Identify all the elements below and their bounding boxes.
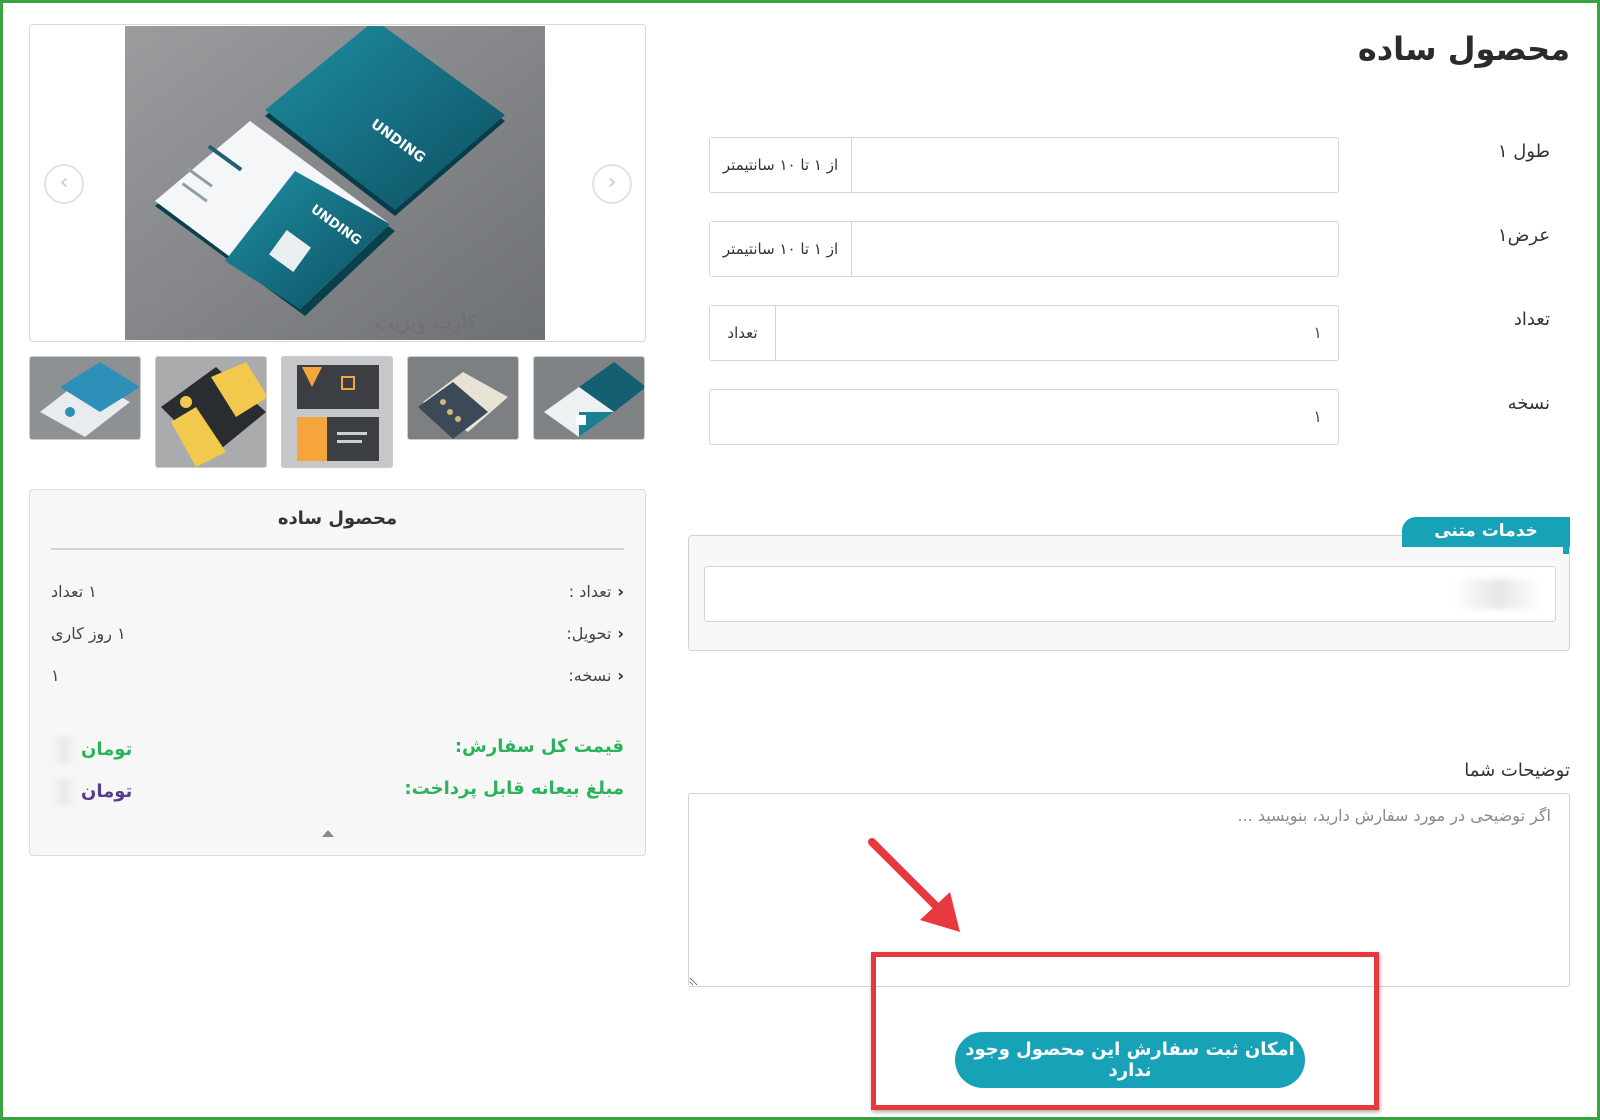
deposit-value: تومان xyxy=(51,778,132,806)
length-unit-addon: از ۱ تا ۱۰ سانتیمتر xyxy=(710,138,852,192)
annotation-arrow-icon xyxy=(868,838,960,932)
chevron-left-icon: ‹ xyxy=(617,582,624,601)
quantity-unit-addon: تعداد xyxy=(710,306,776,360)
copies-label: نسخه xyxy=(1507,393,1550,414)
width-label: عرض۱ xyxy=(1497,225,1550,246)
chevron-left-icon: ‹ xyxy=(617,624,624,643)
summary-delivery-value: ۱ روز کاری xyxy=(51,624,126,643)
summary-title: محصول ساده xyxy=(277,508,398,529)
summary-quantity-label: تعداد : xyxy=(568,582,612,601)
thumbnail-2[interactable] xyxy=(155,356,267,468)
quantity-field[interactable]: تعداد ۱ xyxy=(709,305,1339,361)
redacted-content xyxy=(1453,579,1543,609)
thumbnail-5[interactable] xyxy=(533,356,645,440)
notes-label: توضیحات شما xyxy=(1464,760,1570,781)
summary-row-label: ‹ تعداد : xyxy=(569,582,624,601)
quantity-input-value[interactable]: ۱ xyxy=(1313,306,1322,360)
summary-copies-value: ۱ xyxy=(51,666,60,685)
deposit-label: مبلغ بیعانه قابل پرداخت: xyxy=(404,778,624,799)
deposit-currency: تومان xyxy=(81,781,133,802)
thumbnail-1[interactable] xyxy=(29,356,141,440)
product-image-carousel: UNDING UNDING کارت ویزیت ‹ › xyxy=(29,24,646,342)
copies-field[interactable]: ۱ xyxy=(709,389,1339,445)
page-title: محصول ساده xyxy=(1357,30,1570,68)
quantity-label: تعداد xyxy=(1513,309,1550,330)
thumbnail-4[interactable] xyxy=(407,356,519,440)
annotation-highlight-box xyxy=(871,952,1379,1110)
summary-quantity-value: ۱ تعداد xyxy=(51,582,97,601)
summary-copies-label: نسخه: xyxy=(568,666,612,685)
order-summary-panel: محصول ساده ‹ تعداد : ۱ تعداد ‹ تحویل: ۱ رو… xyxy=(29,489,646,856)
total-price-value: تومان xyxy=(51,736,132,764)
length-field[interactable]: از ۱ تا ۱۰ سانتیمتر xyxy=(709,137,1339,193)
summary-delivery-label: تحویل: xyxy=(566,624,612,643)
redacted-amount xyxy=(51,736,77,764)
copies-input-value[interactable]: ۱ xyxy=(1313,390,1322,444)
image-watermark: کارت ویزیت xyxy=(375,310,477,334)
summary-total-row: قیمت کل سفارش: تومان xyxy=(51,736,624,764)
width-field[interactable]: از ۱ تا ۱۰ سانتیمتر xyxy=(709,221,1339,277)
summary-row-delivery: ‹ تحویل: ۱ روز کاری xyxy=(51,624,624,648)
chevron-right-icon[interactable]: › xyxy=(592,164,632,204)
summary-row-quantity: ‹ تعداد : ۱ تعداد xyxy=(51,582,624,606)
product-main-image[interactable]: UNDING UNDING کارت ویزیت xyxy=(125,26,545,340)
summary-row-copies: ‹ نسخه: ۱ xyxy=(51,666,624,690)
summary-row-label: ‹ تحویل: xyxy=(566,624,624,643)
total-price-currency: تومان xyxy=(81,739,133,760)
width-unit-addon: از ۱ تا ۱۰ سانتیمتر xyxy=(710,222,852,276)
chevron-left-icon: ‹ xyxy=(617,666,624,685)
summary-deposit-row: مبلغ بیعانه قابل پرداخت: تومان xyxy=(51,778,624,806)
collapse-caret-icon[interactable] xyxy=(322,830,334,837)
summary-row-label: ‹ نسخه: xyxy=(568,666,624,685)
thumbnail-strip xyxy=(29,356,646,468)
length-label: طول ۱ xyxy=(1497,141,1550,162)
thumbnail-3[interactable] xyxy=(281,356,393,468)
redacted-amount xyxy=(51,778,77,806)
text-services-tab[interactable]: خدمات متنی xyxy=(1402,517,1570,547)
text-services-field[interactable] xyxy=(704,566,1556,622)
total-price-label: قیمت کل سفارش: xyxy=(454,736,624,757)
chevron-left-icon[interactable]: ‹ xyxy=(44,164,84,204)
summary-divider xyxy=(51,548,624,550)
